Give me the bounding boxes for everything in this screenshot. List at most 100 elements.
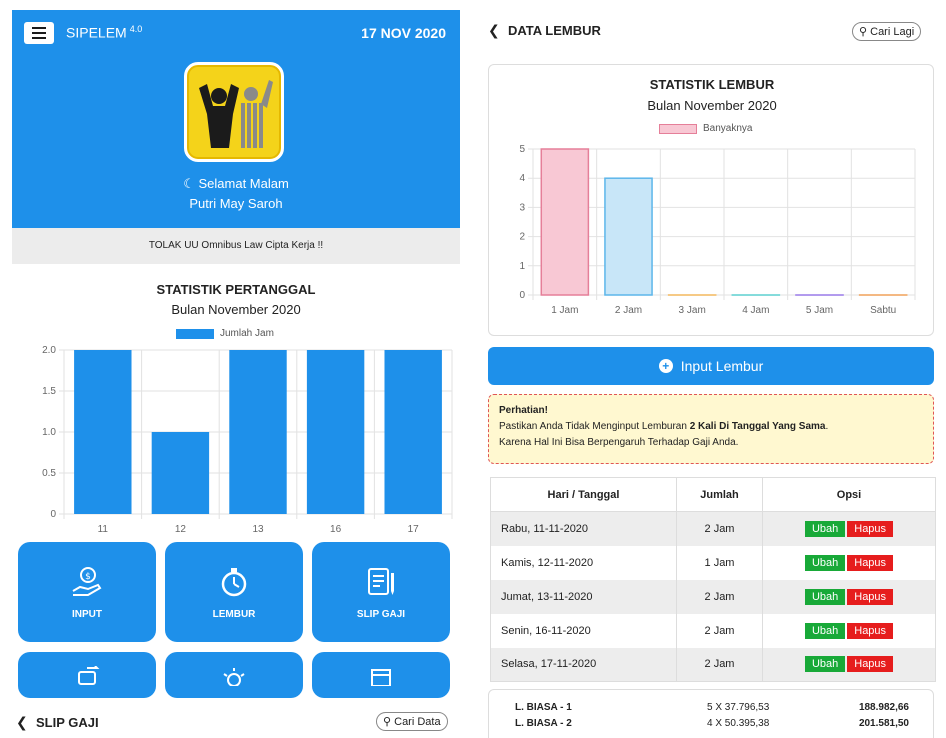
row-options: Ubah Hapus	[762, 579, 936, 614]
lembur-tile[interactable]: LEMBUR	[165, 542, 303, 642]
row-options: Ubah Hapus	[762, 613, 936, 648]
hamburger-icon[interactable]	[24, 22, 54, 44]
row-amount: 1 Jam	[676, 545, 763, 580]
summary-row: L. BIASA - 1 5 X 37.796,53 188.982,66	[489, 702, 935, 716]
row-amount: 2 Jam	[676, 511, 763, 546]
x-tick-label: 3 Jam	[679, 305, 706, 316]
home-panel: SIPELEM 4.0 17 NOV 2020 ☾ Selamat Malam P…	[12, 10, 460, 738]
summary-label: L. BIASA - 2	[515, 718, 572, 729]
svg-text:$: $	[85, 572, 91, 582]
announcement-banner: TOLAK UU Omnibus Law Cipta Kerja !!	[12, 228, 460, 264]
x-tick-label: 17	[408, 524, 420, 535]
moon-icon: ☾	[183, 176, 199, 191]
chart-bar	[540, 148, 590, 296]
card-transfer-icon	[78, 666, 100, 685]
warning-box: Perhatian! Pastikan Anda Tidak Menginput…	[488, 394, 934, 464]
row-date: Rabu, 11-11-2020	[490, 511, 677, 546]
column-header: Jumlah	[676, 477, 763, 512]
y-tick-label: 0	[50, 509, 56, 520]
x-tick-label: 1 Jam	[551, 305, 578, 316]
legend-swatch	[659, 123, 697, 134]
app-version: 4.0	[129, 24, 143, 34]
chevron-left-icon[interactable]: ❮	[16, 714, 28, 731]
row-options: Ubah Hapus	[762, 647, 936, 682]
stopwatch-icon	[221, 567, 247, 596]
chart-bar	[74, 350, 132, 514]
delete-button[interactable]: Hapus	[847, 520, 894, 537]
chart-bar	[604, 177, 653, 296]
summary-label: L. BIASA - 1	[515, 702, 572, 713]
search-icon: ⚲	[859, 26, 871, 38]
overtime-summary: L. BIASA - 1 5 X 37.796,53 188.982,66 L.…	[488, 689, 934, 738]
table-row: Jumat, 13-11-2020 2 Jam Ubah Hapus	[490, 579, 936, 614]
chart-title: STATISTIK PERTANGGAL	[156, 282, 316, 297]
summary-calc: 5 X 37.796,53	[707, 702, 770, 713]
row-amount: 2 Jam	[676, 579, 763, 614]
row-date: Senin, 16-11-2020	[490, 613, 677, 648]
search-icon: ⚲	[383, 716, 395, 728]
row-date: Kamis, 12-11-2020	[490, 545, 677, 580]
chevron-left-icon[interactable]: ❮	[488, 22, 500, 39]
table-row: Kamis, 12-11-2020 1 Jam Ubah Hapus	[490, 545, 936, 580]
edit-button[interactable]: Ubah	[804, 622, 846, 639]
y-tick-label: 0	[519, 290, 525, 301]
warning-text: Pastikan Anda Tidak Menginput Lemburan 2…	[499, 421, 829, 432]
table-row: Selasa, 17-11-2020 2 Jam Ubah Hapus	[490, 647, 936, 682]
warning-text-2: Karena Hal Ini Bisa Berpengaruh Terhadap…	[499, 437, 739, 448]
column-header: Opsi	[762, 477, 936, 512]
sun-icon	[223, 668, 245, 686]
edit-button[interactable]: Ubah	[804, 588, 846, 605]
row-date: Selasa, 17-11-2020	[490, 647, 677, 682]
x-tick-label: 12	[175, 524, 187, 535]
search-data-button[interactable]: ⚲ Cari Data	[376, 712, 448, 731]
row-date: Jumat, 13-11-2020	[490, 579, 677, 614]
slip-gaji-tile[interactable]: SLIP GAJI	[312, 542, 450, 642]
input-lembur-button[interactable]: + Input Lembur	[488, 347, 934, 385]
y-tick-label: 2	[519, 232, 525, 243]
summary-total: 188.982,66	[858, 702, 909, 713]
x-tick-label: 4 Jam	[742, 305, 769, 316]
column-header: Hari / Tanggal	[490, 477, 677, 512]
chart-bar	[229, 350, 287, 514]
chart-bar	[151, 432, 210, 514]
app-logo	[184, 62, 284, 162]
input-lembur-label: Input Lembur	[680, 358, 764, 374]
chart-legend: Jumlah Jam	[176, 328, 274, 339]
tile-label-lembur: LEMBUR	[212, 608, 256, 620]
legend-label: Banyaknya	[703, 123, 753, 134]
delete-button[interactable]: Hapus	[847, 622, 894, 639]
summary-row: L. BIASA - 2 4 X 50.395,38 201.581,50	[489, 718, 935, 732]
edit-button[interactable]: Ubah	[804, 554, 846, 571]
table-row: Senin, 16-11-2020 2 Jam Ubah Hapus	[490, 613, 936, 648]
row-amount: 2 Jam	[676, 613, 763, 648]
y-tick-label: 5	[519, 144, 525, 155]
lembur-panel: ❮ DATA LEMBUR ⚲ Cari Lagi STATISTIK LEMB…	[486, 12, 936, 738]
plus-circle-icon: +	[658, 359, 673, 373]
document-pen-icon	[368, 567, 394, 595]
y-tick-label: 2.0	[42, 345, 56, 356]
app-name: SIPELEM 4.0	[66, 24, 143, 41]
input-tile[interactable]: $ INPUT	[18, 542, 156, 642]
delete-button[interactable]: Hapus	[847, 588, 894, 605]
header-date: 17 NOV 2020	[361, 25, 446, 41]
x-tick-label: 11	[98, 524, 109, 535]
delete-button[interactable]: Hapus	[847, 656, 894, 673]
menu-tile-5[interactable]	[165, 652, 303, 698]
x-tick-label: 2 Jam	[615, 305, 642, 316]
summary-total: 201.581,50	[858, 718, 909, 729]
chart-subtitle: Bulan November 2020	[171, 302, 301, 317]
menu-tile-4[interactable]	[18, 652, 156, 698]
edit-button[interactable]: Ubah	[804, 520, 846, 537]
money-hand-icon: $	[72, 566, 102, 596]
edit-button[interactable]: Ubah	[804, 656, 846, 673]
menu-tile-6[interactable]	[312, 652, 450, 698]
greeting: ☾ Selamat Malam	[183, 176, 289, 191]
x-tick-label: 5 Jam	[806, 305, 833, 316]
user-name: Putri May Saroh	[189, 196, 283, 211]
row-options: Ubah Hapus	[762, 545, 936, 580]
overtime-table: Hari / Tanggal Jumlah Opsi Rabu, 11-11-2…	[490, 477, 936, 682]
delete-button[interactable]: Hapus	[847, 554, 894, 571]
legend-swatch	[176, 328, 214, 339]
search-again-button[interactable]: ⚲ Cari Lagi	[852, 22, 922, 41]
chart-bar	[384, 350, 442, 514]
